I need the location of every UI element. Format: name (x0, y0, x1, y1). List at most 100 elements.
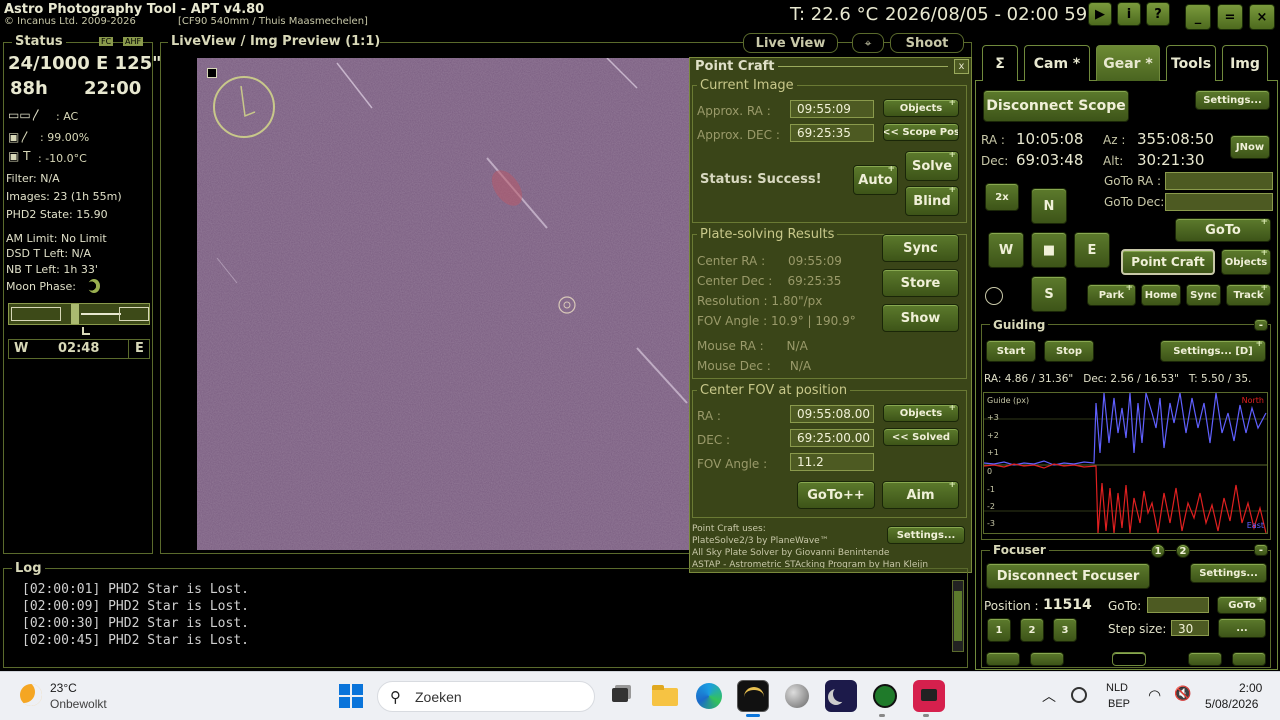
windows-start-icon[interactable] (339, 684, 363, 708)
focuser-move-out-fast-button[interactable] (1232, 652, 1266, 666)
track-button[interactable]: Track + (1226, 284, 1271, 306)
focuser-preset-1[interactable]: 1 (987, 618, 1011, 642)
focuser-goto-button[interactable]: GoTo + (1217, 596, 1267, 614)
solved-button[interactable]: << Solved (883, 428, 959, 446)
target-ra-field[interactable]: 09:55:08.00 (790, 405, 874, 423)
point-craft-close-button[interactable]: x (954, 59, 969, 74)
sync-button[interactable]: Sync (882, 234, 959, 262)
active-app-indicator (746, 714, 760, 717)
store-button[interactable]: Store (882, 269, 959, 297)
disconnect-focuser-button[interactable]: Disconnect Focuser (986, 563, 1150, 589)
tab-summary[interactable]: Σ (982, 45, 1018, 81)
info-icon[interactable]: i (1117, 2, 1141, 26)
clock-date[interactable]: 5/08/2026 (1205, 697, 1258, 711)
target-dec-field[interactable]: 69:25:00.00 (790, 429, 874, 447)
task-view-icon[interactable] (604, 680, 636, 712)
east-button[interactable]: E (1074, 232, 1110, 268)
tab-tools[interactable]: Tools (1166, 45, 1216, 81)
guiding-collapse-button[interactable]: - (1254, 319, 1268, 331)
shoot-button[interactable]: Shoot (890, 33, 964, 53)
play-icon[interactable]: ▶ (1088, 2, 1112, 26)
blind-button[interactable]: Blind + (905, 186, 959, 216)
guide-tick: -3 (987, 519, 995, 528)
scope-objects-button[interactable]: Objects + (1221, 249, 1271, 275)
park-button[interactable]: Park + (1087, 284, 1136, 306)
slew-rate-button[interactable]: 2x (985, 183, 1019, 211)
west-button[interactable]: W (988, 232, 1024, 268)
taskbar-search[interactable]: ⚲ Zoeken (377, 681, 595, 712)
image-preview[interactable] (197, 58, 697, 550)
focuser-stop-button[interactable] (1112, 652, 1146, 666)
focuser-more-button[interactable]: ... (1218, 618, 1266, 638)
volume-muted-icon[interactable]: 🔇 (1174, 686, 1191, 702)
language-code[interactable]: NLD (1106, 682, 1128, 694)
step-size-field[interactable]: 30 (1171, 620, 1209, 636)
disconnect-scope-button[interactable]: Disconnect Scope (983, 90, 1129, 122)
approx-ra-field[interactable]: 09:55:09 (790, 100, 874, 118)
tab-gear[interactable]: Gear * (1096, 45, 1160, 81)
focuser-preset-3[interactable]: 3 (1053, 618, 1077, 642)
south-button[interactable]: S (1031, 276, 1067, 312)
north-button[interactable]: N (1031, 188, 1067, 224)
home-button[interactable]: Home (1141, 284, 1181, 306)
focuser-collapse-button[interactable]: - (1254, 544, 1268, 556)
crosshair-button[interactable]: ⌖ (852, 33, 884, 53)
clock-time[interactable]: 2:00 (1239, 681, 1262, 695)
focuser-move-in-fast-button[interactable] (986, 652, 1020, 666)
media-app-icon[interactable] (913, 680, 945, 712)
close-button[interactable]: × (1249, 4, 1275, 30)
live-view-button[interactable]: Live View (743, 33, 838, 53)
goto-dec-field[interactable] (1165, 193, 1273, 211)
goto-plus-button[interactable]: GoTo++ (797, 481, 875, 509)
log-scrollbar[interactable] (952, 580, 964, 652)
zoom-marker-icon[interactable] (207, 68, 217, 78)
focuser-preset-2[interactable]: 2 (1020, 618, 1044, 642)
aim-button[interactable]: Aim + (882, 481, 959, 509)
focuser-move-in-button[interactable] (1030, 652, 1064, 666)
resolution: Resolution : 1.80"/px (697, 294, 823, 308)
focuser-goto-field[interactable] (1147, 597, 1209, 613)
stop-slew-button[interactable]: ■ (1031, 232, 1067, 268)
file-explorer-icon[interactable] (649, 680, 681, 712)
network-status-icon[interactable] (1071, 687, 1087, 703)
apt-app-icon[interactable] (737, 680, 769, 712)
phd2-icon[interactable] (869, 680, 901, 712)
edge-icon[interactable] (693, 680, 725, 712)
frame-counter: 24/1000 E 125" (8, 53, 162, 74)
maximize-button[interactable]: = (1217, 4, 1243, 30)
fov-angle-field[interactable]: 11.2 (790, 453, 874, 471)
guide-start-button[interactable]: Start (986, 340, 1036, 362)
minimize-button[interactable]: _ (1185, 4, 1211, 30)
focuser-tab-1[interactable]: 1 (1151, 544, 1165, 558)
planet-app-icon[interactable] (781, 680, 813, 712)
objects-button-2[interactable]: Objects + (883, 404, 959, 422)
chevron-up-icon[interactable]: ︿ (1042, 686, 1056, 706)
help-icon[interactable]: ? (1146, 2, 1170, 26)
goto-button[interactable]: GoTo + (1175, 218, 1271, 242)
guide-stop-button[interactable]: Stop (1044, 340, 1094, 362)
weather-desc[interactable]: Onbewolkt (50, 697, 107, 711)
scope-pos-button[interactable]: << Scope Pos (883, 123, 959, 141)
focuser-move-out-button[interactable] (1188, 652, 1222, 666)
tab-img[interactable]: Img (1222, 45, 1268, 81)
wifi-icon[interactable]: ◠ (1148, 686, 1161, 704)
scope-az: 355:08:50 (1137, 130, 1214, 148)
scope-settings-button[interactable]: Settings... (1195, 90, 1270, 110)
goto-ra-field[interactable] (1165, 172, 1273, 190)
point-craft-settings-button[interactable]: Settings... (887, 526, 965, 544)
sync-scope-button[interactable]: Sync (1186, 284, 1221, 306)
solve-button[interactable]: Solve + (905, 151, 959, 181)
auto-button[interactable]: Auto + (853, 165, 898, 195)
objects-button[interactable]: Objects + (883, 99, 959, 117)
tab-cam[interactable]: Cam * (1024, 45, 1090, 81)
weather-temp[interactable]: 23°C (50, 681, 77, 695)
approx-dec-field[interactable]: 69:25:35 (790, 124, 874, 142)
point-craft-button[interactable]: Point Craft (1121, 249, 1215, 275)
guide-settings-button[interactable]: Settings... [D] + (1160, 340, 1266, 362)
show-button[interactable]: Show (882, 304, 959, 332)
focuser-settings-button[interactable]: Settings... (1190, 563, 1267, 583)
jnow-button[interactable]: JNow (1230, 135, 1270, 159)
stellarium-icon[interactable] (825, 680, 857, 712)
keyboard-layout[interactable]: BEP (1108, 698, 1130, 710)
focuser-tab-2[interactable]: 2 (1176, 544, 1190, 558)
